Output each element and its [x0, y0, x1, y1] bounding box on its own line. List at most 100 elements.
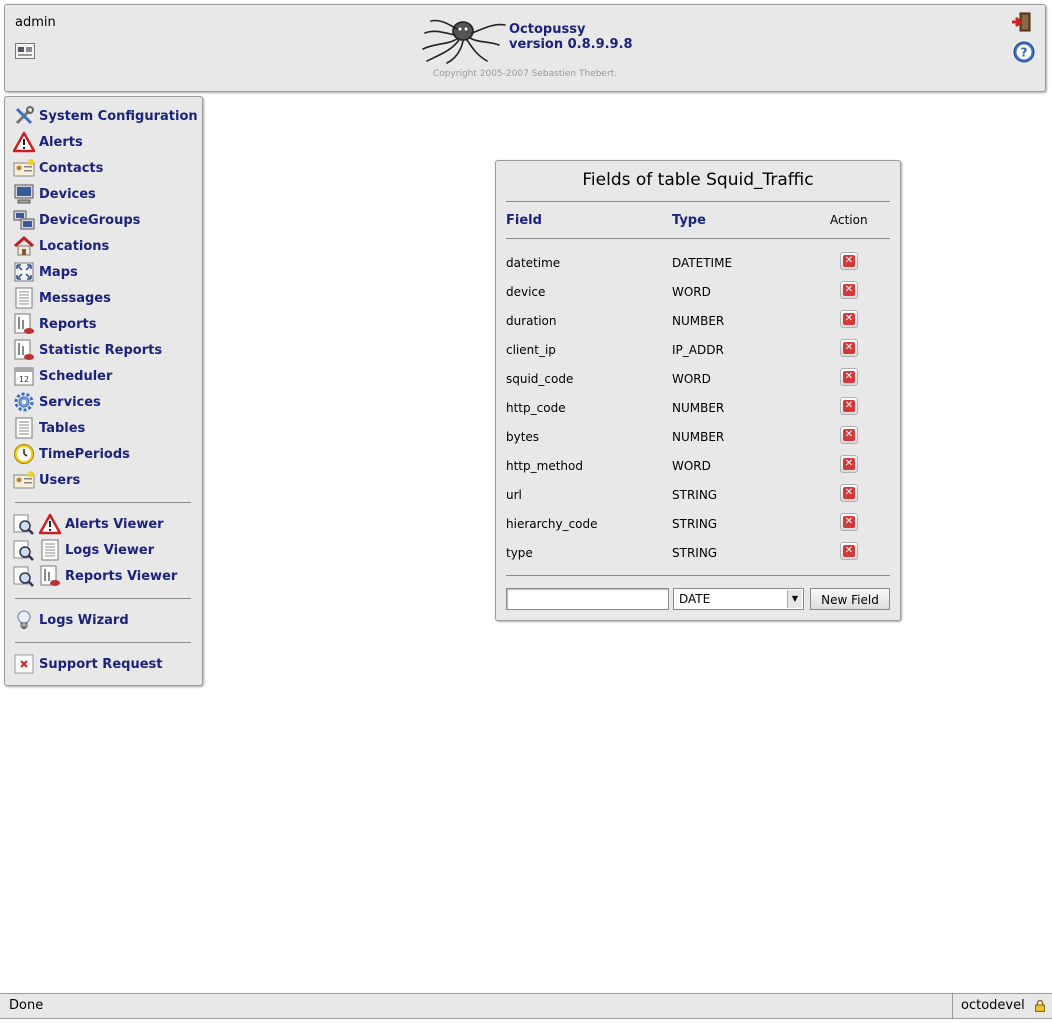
- field-name: url: [506, 488, 522, 502]
- table-row: bytes NUMBER ✕: [496, 422, 900, 451]
- delete-icon: ✕: [843, 284, 855, 296]
- menu-item-system-configuration[interactable]: System Configuration: [13, 105, 198, 127]
- support-request-icon: [14, 654, 34, 674]
- delete-field-button[interactable]: ✕: [840, 426, 858, 444]
- table-row: client_ip IP_ADDR ✕: [496, 335, 900, 364]
- help-icon[interactable]: ?: [1013, 41, 1035, 63]
- table-row: duration NUMBER ✕: [496, 306, 900, 335]
- panel-title: Fields of table Squid_Traffic: [582, 170, 814, 190]
- menu-item-label: DeviceGroups: [39, 212, 141, 228]
- field-name: bytes: [506, 430, 540, 444]
- table-row: url STRING ✕: [496, 480, 900, 509]
- status-bar: Done octodevel: [0, 993, 1052, 1019]
- field-type: NUMBER: [672, 401, 725, 415]
- contact-card-icon: [13, 471, 35, 489]
- delete-icon: ✕: [843, 516, 855, 528]
- column-header-action: Action: [830, 213, 868, 227]
- field-type: NUMBER: [672, 430, 725, 444]
- menu-item-support-request[interactable]: Support Request: [13, 653, 162, 675]
- header: admin Octopussy version 0.8.9.9.8 Copyri…: [4, 4, 1046, 92]
- menu-divider: [15, 642, 191, 643]
- menu-divider: [15, 502, 191, 503]
- delete-field-button[interactable]: ✕: [840, 484, 858, 502]
- menu-item-users[interactable]: Users: [13, 469, 80, 491]
- field-type: STRING: [672, 546, 718, 560]
- user-preferences-icon[interactable]: [15, 43, 35, 59]
- menu-item-contacts[interactable]: Contacts: [13, 157, 103, 179]
- menu-item-devicegroups[interactable]: DeviceGroups: [13, 209, 140, 231]
- delete-icon: ✕: [843, 487, 855, 499]
- menu-item-label: Messages: [39, 290, 111, 306]
- field-name: hierarchy_code: [506, 517, 598, 531]
- menu-item-label: Support Request: [39, 656, 163, 672]
- menu-item-label: Reports: [39, 316, 97, 332]
- menu-item-timeperiods[interactable]: TimePeriods: [13, 443, 130, 465]
- delete-field-button[interactable]: ✕: [840, 310, 858, 328]
- column-header-field[interactable]: Field: [506, 213, 542, 228]
- delete-icon: ✕: [843, 255, 855, 267]
- menu-item-logs-wizard[interactable]: Logs Wizard: [13, 609, 129, 631]
- delete-field-button[interactable]: ✕: [840, 252, 858, 270]
- menu-item-label: Tables: [39, 420, 86, 436]
- magnifier-icon: [13, 540, 34, 561]
- device-group-icon: [13, 210, 35, 230]
- delete-field-button[interactable]: ✕: [840, 513, 858, 531]
- menu-item-reports-viewer[interactable]: Reports Viewer: [13, 565, 177, 587]
- menu-item-alerts-viewer[interactable]: Alerts Viewer: [13, 513, 164, 535]
- new-field-type-select[interactable]: DATE ▼: [673, 588, 804, 610]
- menu-item-label: Alerts Viewer: [65, 516, 164, 532]
- lightbulb-icon: [17, 610, 31, 629]
- magnifier-icon: [13, 566, 34, 587]
- divider: [506, 575, 890, 576]
- table-row: http_method WORD ✕: [496, 451, 900, 480]
- menu-item-reports[interactable]: Reports: [13, 313, 96, 335]
- divider: [506, 201, 890, 202]
- lock-icon[interactable]: [1035, 999, 1045, 1012]
- new-field-name-input[interactable]: [506, 588, 669, 610]
- menu-item-tables[interactable]: Tables: [13, 417, 85, 439]
- field-type: DATETIME: [672, 256, 733, 270]
- delete-field-button[interactable]: ✕: [840, 281, 858, 299]
- status-host-panel: octodevel: [952, 994, 1051, 1018]
- delete-icon: ✕: [843, 400, 855, 412]
- menu-item-messages[interactable]: Messages: [13, 287, 111, 309]
- house-icon: [14, 235, 34, 256]
- delete-icon: ✕: [843, 371, 855, 383]
- computer-icon: [14, 184, 34, 204]
- field-name: http_method: [506, 459, 583, 473]
- delete-field-button[interactable]: ✕: [840, 397, 858, 415]
- delete-icon: ✕: [843, 429, 855, 441]
- menu-item-locations[interactable]: Locations: [13, 235, 109, 257]
- table-row: type STRING ✕: [496, 538, 900, 567]
- alert-icon: [13, 131, 35, 153]
- tools-icon: [15, 106, 34, 125]
- menu-item-maps[interactable]: Maps: [13, 261, 78, 283]
- menu-item-label: Contacts: [39, 160, 104, 176]
- column-header-type[interactable]: Type: [672, 213, 706, 228]
- document-icon: [15, 287, 33, 309]
- menu-item-logs-viewer[interactable]: Logs Viewer: [13, 539, 154, 561]
- menu-item-label: Alerts: [39, 134, 83, 150]
- delete-field-button[interactable]: ✕: [840, 339, 858, 357]
- delete-field-button[interactable]: ✕: [840, 368, 858, 386]
- table-row: datetime DATETIME ✕: [496, 248, 900, 277]
- menu-item-services[interactable]: Services: [13, 391, 101, 413]
- magnifier-icon: [13, 514, 34, 535]
- alert-icon: [39, 513, 61, 535]
- dropdown-arrow-icon: ▼: [787, 590, 802, 608]
- delete-field-button[interactable]: ✕: [840, 542, 858, 560]
- document-icon: [41, 539, 59, 561]
- new-field-button[interactable]: New Field: [810, 588, 890, 610]
- menu-item-alerts[interactable]: Alerts: [13, 131, 83, 153]
- app-version: version 0.8.9.9.8: [509, 37, 633, 52]
- logout-icon[interactable]: [1011, 11, 1033, 33]
- status-text: Done: [9, 998, 44, 1013]
- delete-icon: ✕: [843, 458, 855, 470]
- menu-item-devices[interactable]: Devices: [13, 183, 96, 205]
- menu-item-statistic-reports[interactable]: Statistic Reports: [13, 339, 162, 361]
- field-type: WORD: [672, 285, 711, 299]
- delete-field-button[interactable]: ✕: [840, 455, 858, 473]
- svg-text:12: 12: [19, 375, 29, 384]
- menu-item-scheduler[interactable]: 12 Scheduler: [13, 365, 112, 387]
- menu-item-label: Locations: [39, 238, 110, 254]
